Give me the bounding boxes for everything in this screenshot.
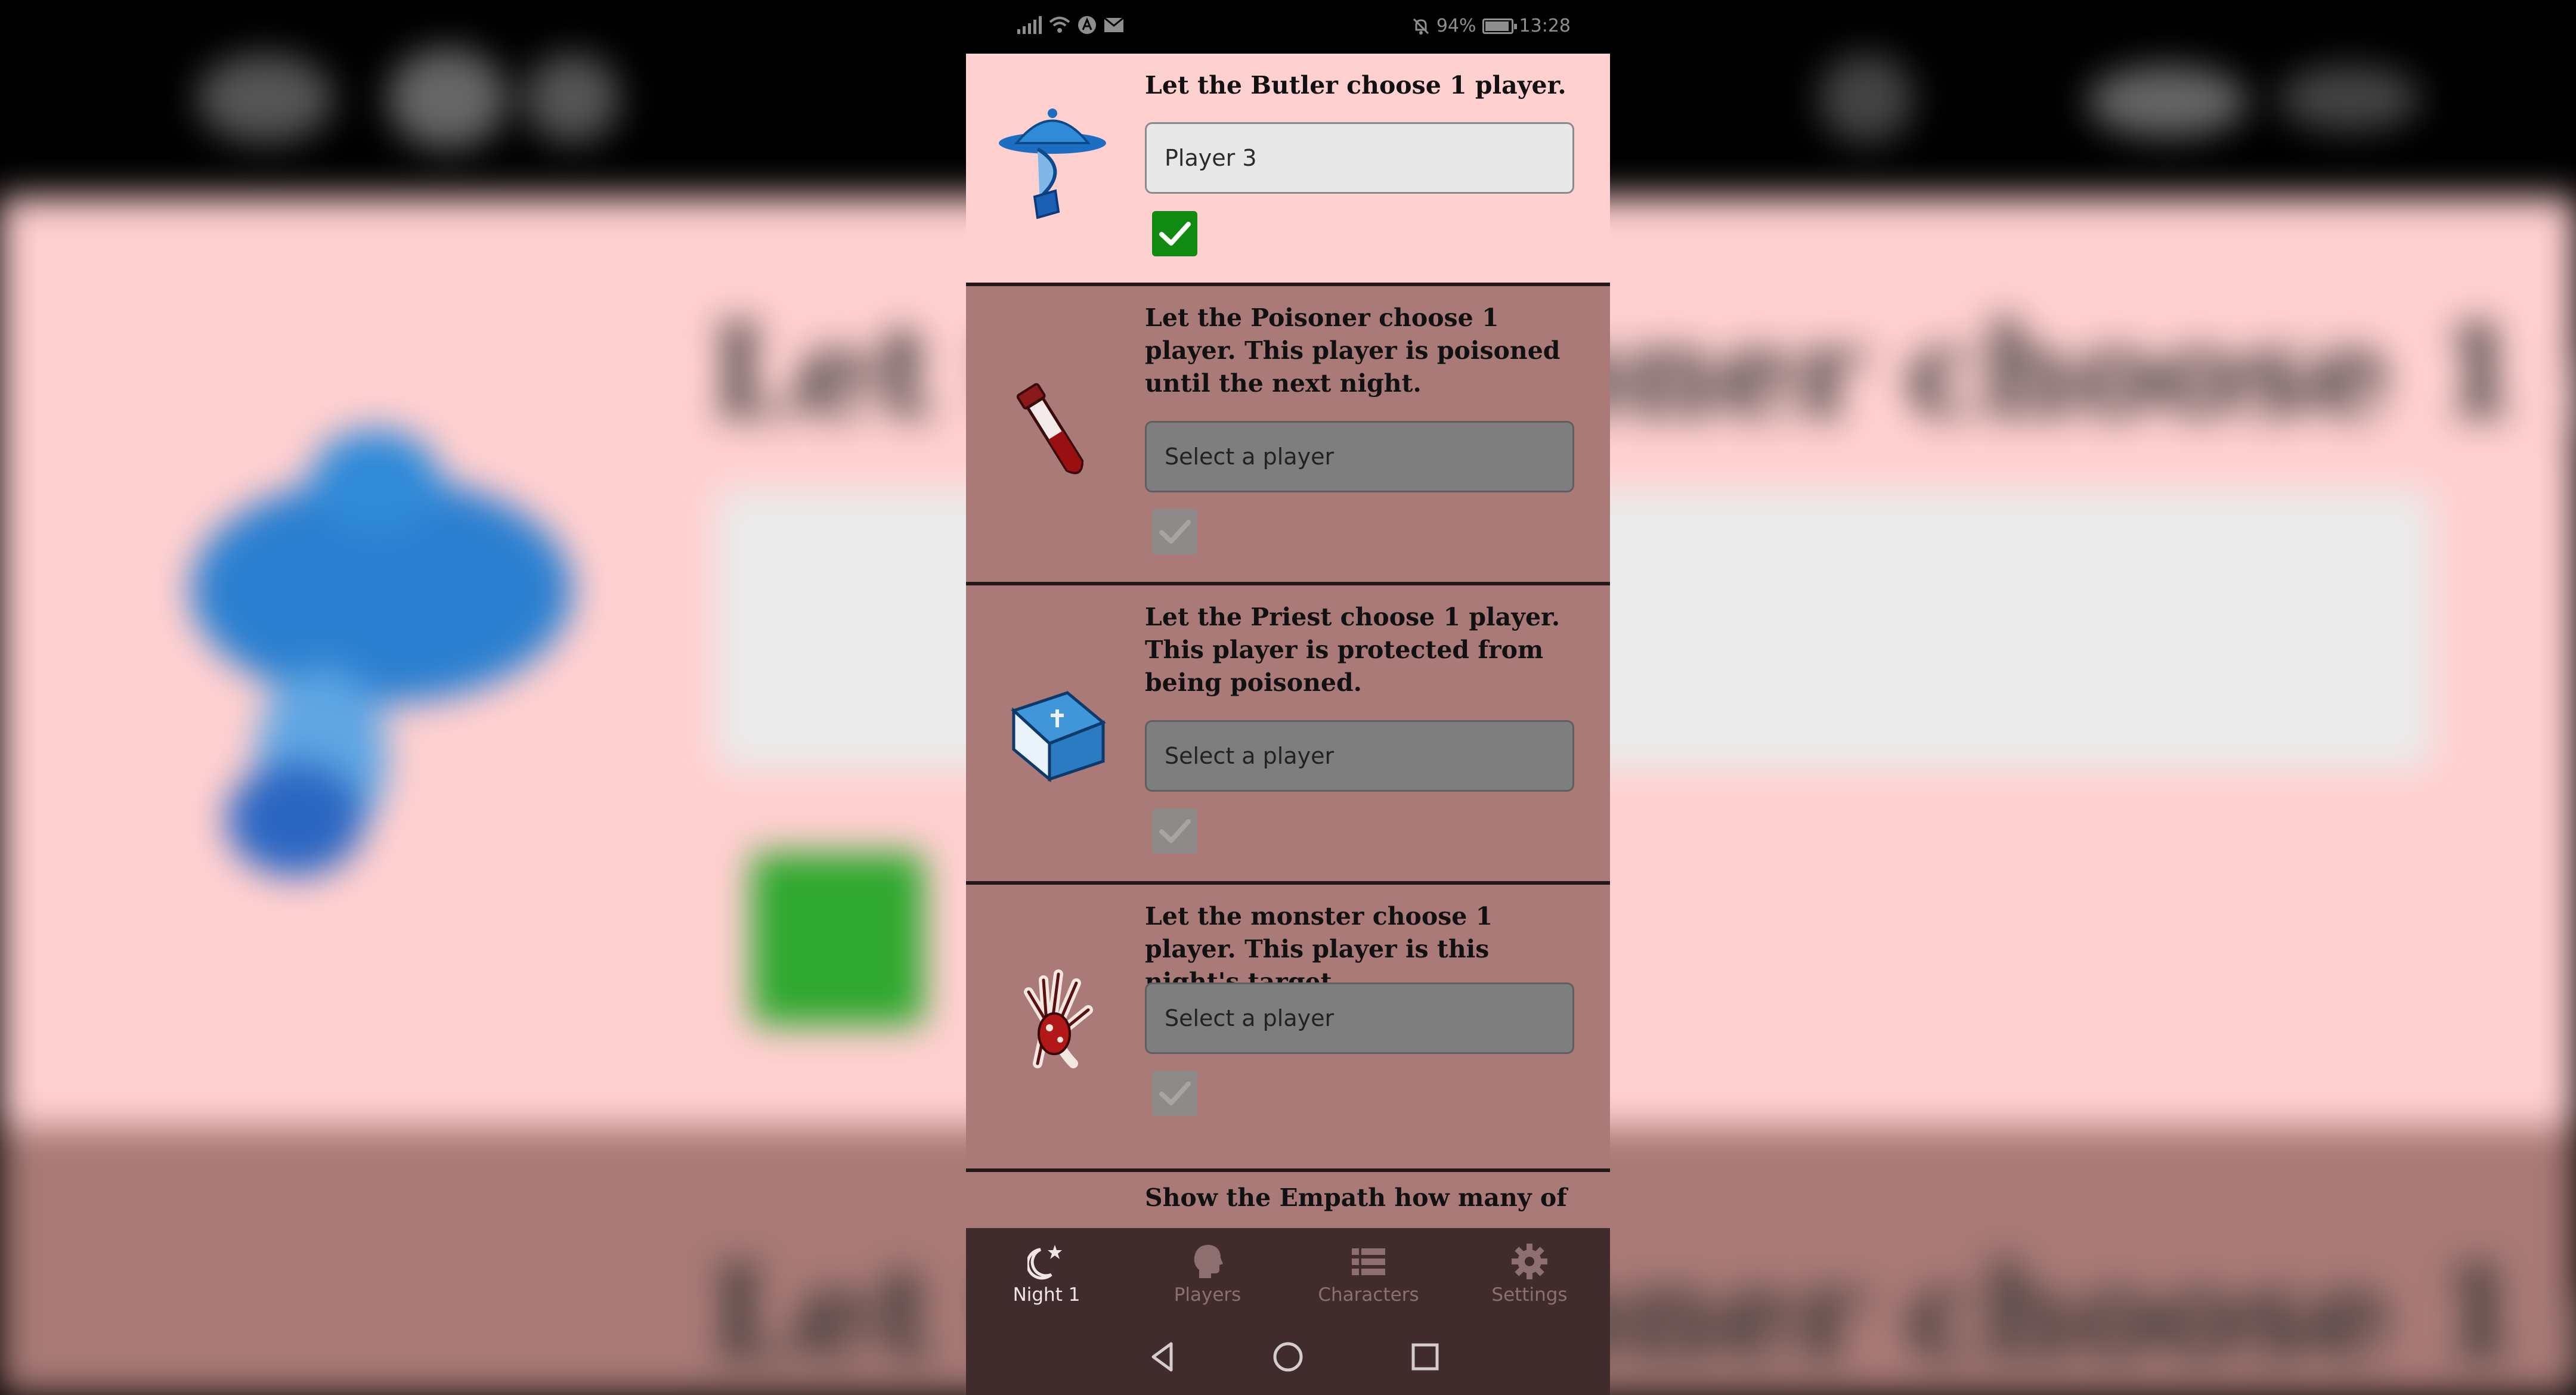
step-instruction: Show the Empath how many of xyxy=(1145,1183,1567,1212)
step-empath: Show the Empath how many of xyxy=(966,1172,1610,1228)
tab-night[interactable]: Night 1 xyxy=(966,1228,1127,1318)
player-select[interactable]: Select a player xyxy=(1145,421,1574,492)
head-icon xyxy=(1194,1245,1223,1278)
bell-off-icon xyxy=(1413,18,1429,35)
confirm-checkbox[interactable] xyxy=(1152,211,1197,256)
poison-vial-icon xyxy=(996,376,1115,495)
check-icon xyxy=(1159,222,1191,246)
list-icon xyxy=(1352,1248,1385,1275)
moon-star-icon xyxy=(1027,1245,1062,1280)
player-select[interactable]: Select a player xyxy=(1145,982,1574,1054)
wifi-icon xyxy=(1049,17,1070,33)
check-icon xyxy=(1159,520,1191,544)
a-icon xyxy=(1078,16,1096,34)
check-icon xyxy=(1159,1081,1191,1105)
player-select[interactable]: Select a player xyxy=(1145,720,1574,792)
tab-players[interactable]: Players xyxy=(1127,1228,1288,1318)
tab-label: Settings xyxy=(1491,1284,1568,1306)
step-instruction: Let the Poisoner choose 1 player. This p… xyxy=(1145,303,1561,398)
status-bar: 94% 13:28 xyxy=(966,0,1610,54)
butler-tray-icon xyxy=(996,101,1115,221)
battery-icon xyxy=(1482,18,1517,34)
tab-characters[interactable]: Characters xyxy=(1288,1228,1449,1318)
confirm-checkbox[interactable] xyxy=(1152,808,1197,854)
battery-percent: 94% xyxy=(1436,16,1476,36)
confirm-checkbox[interactable] xyxy=(1152,1071,1197,1116)
player-select[interactable]: Player 3 xyxy=(1145,122,1574,194)
system-navigation-bar xyxy=(966,1318,1610,1395)
tab-label: Players xyxy=(1174,1284,1241,1306)
tab-label: Characters xyxy=(1318,1284,1419,1306)
night-steps-list[interactable]: Let the Butler choose 1 player. Player 3… xyxy=(966,54,1610,1228)
step-monster: Let the monster choose 1 player. This pl… xyxy=(966,885,1610,1172)
monster-hand-icon xyxy=(996,950,1115,1070)
mail-icon xyxy=(1104,17,1124,32)
tab-label: Night 1 xyxy=(1013,1284,1080,1306)
step-priest: Let the Priest choose 1 player. This pla… xyxy=(966,585,1610,885)
tab-settings[interactable]: Settings xyxy=(1449,1228,1610,1318)
phone-screen: 94% 13:28 Let the Butler choose 1 player… xyxy=(966,0,1610,1395)
check-icon xyxy=(1159,819,1191,843)
bottom-navigation: Night 1 Players Characters Settings xyxy=(966,1228,1610,1318)
step-instruction: Let the Priest choose 1 player. This pla… xyxy=(1145,603,1561,697)
signal-icon xyxy=(1017,16,1042,34)
recents-icon[interactable] xyxy=(1407,1339,1443,1375)
step-poisoner: Let the Poisoner choose 1 player. This p… xyxy=(966,286,1610,585)
step-instruction: Let the Butler choose 1 player. xyxy=(1145,71,1566,100)
home-icon[interactable] xyxy=(1270,1339,1306,1375)
clock: 13:28 xyxy=(1519,16,1571,36)
confirm-checkbox[interactable] xyxy=(1152,509,1197,554)
gear-icon xyxy=(1512,1244,1547,1279)
back-icon[interactable] xyxy=(1145,1339,1181,1375)
bible-icon xyxy=(996,675,1115,794)
step-butler: Let the Butler choose 1 player. Player 3 xyxy=(966,54,1610,286)
